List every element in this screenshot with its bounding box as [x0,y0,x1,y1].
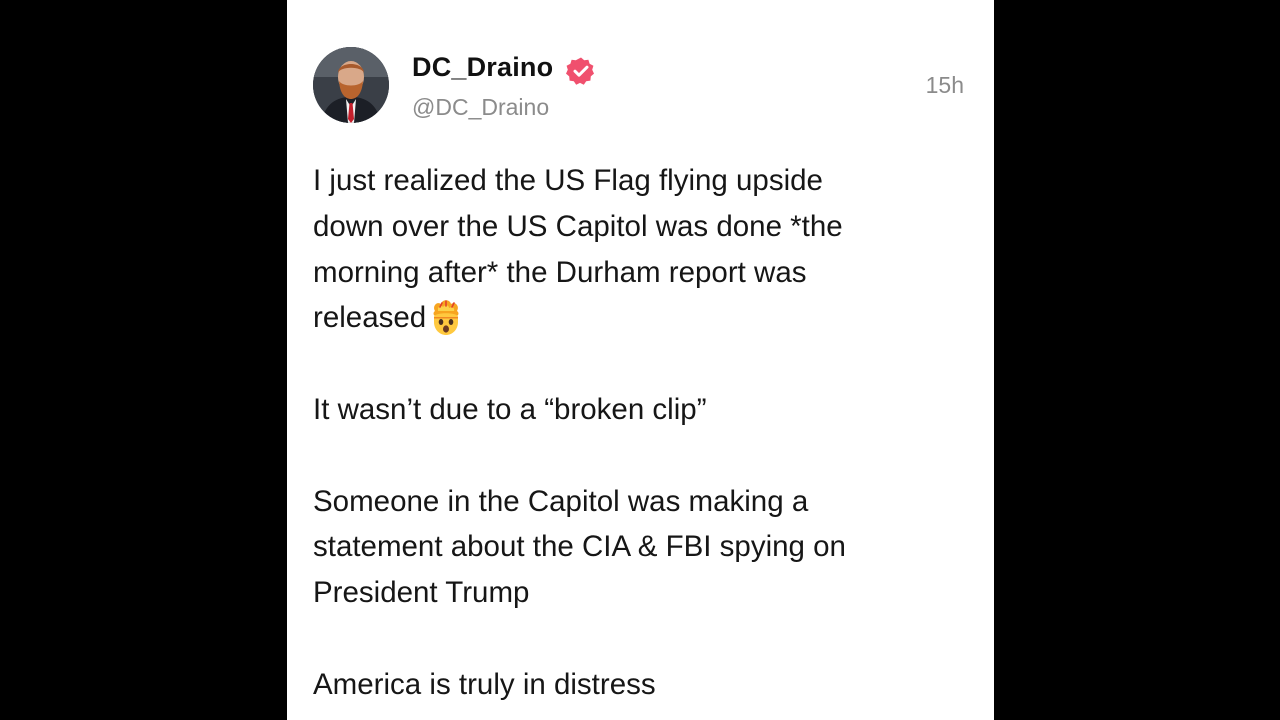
exploding-head-emoji-icon [433,300,459,336]
post-paragraph-text: I just realized the US Flag flying upsid… [313,164,843,335]
post-timestamp[interactable]: 15h [926,72,964,99]
post-paragraph: Someone in the Capitol was making a stat… [313,484,846,610]
post-card: DC_Draino @DC_Draino 15h I just realized… [287,0,994,720]
verified-check-icon [566,57,594,85]
post-paragraph: It wasn’t due to a “broken clip” [313,392,707,426]
author-handle[interactable]: @DC_Draino [412,94,549,121]
post-body: I just realized the US Flag flying upsid… [313,158,983,720]
post-paragraph: I just realized the US Flag flying upsid… [313,158,983,341]
display-name[interactable]: DC_Draino [412,52,553,83]
avatar[interactable] [313,47,389,123]
avatar-photo-icon [313,47,389,123]
post-paragraph: America is truly in distress [313,667,656,701]
video-frame: DC_Draino @DC_Draino 15h I just realized… [0,0,1280,720]
